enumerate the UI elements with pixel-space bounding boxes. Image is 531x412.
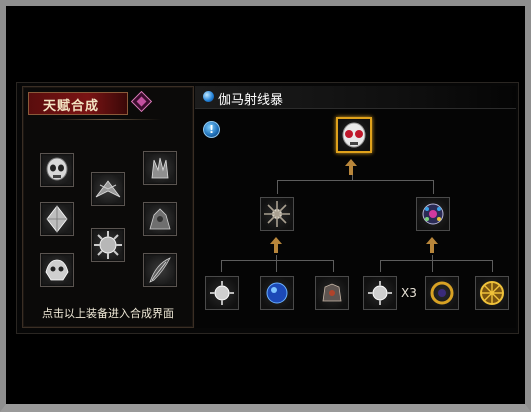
panel-title: 天赋合成	[43, 99, 100, 114]
tree-connector	[380, 260, 492, 261]
crystal-shard-icon	[46, 205, 68, 233]
tree-connector	[433, 180, 434, 194]
material-item-6[interactable]	[475, 276, 509, 310]
blue-orb-icon	[203, 91, 214, 102]
item-name: 伽马射线暴	[218, 93, 284, 108]
equipment-item-8[interactable]	[143, 253, 177, 287]
equipment-item-1[interactable]	[40, 153, 74, 187]
material-item-2[interactable]	[260, 276, 294, 310]
material-item-1[interactable]	[205, 276, 239, 310]
equipment-item-5[interactable]	[91, 228, 125, 262]
recipe-panel: 伽马射线暴 ! X3	[195, 86, 516, 328]
material-item-3[interactable]	[315, 276, 349, 310]
golden-wheel-icon	[480, 281, 504, 305]
gem-icon	[130, 90, 153, 113]
starburst-core-icon	[264, 201, 290, 227]
equipment-item-3[interactable]	[143, 151, 177, 185]
beast-skull-icon	[45, 259, 69, 281]
tree-connector	[276, 255, 277, 272]
material-item-5[interactable]	[425, 276, 459, 310]
tree-connector	[333, 260, 334, 272]
tree-connector	[380, 260, 381, 272]
tree-connector	[221, 260, 333, 261]
equipment-item-6[interactable]	[143, 202, 177, 236]
tree-connector	[277, 180, 278, 194]
equipment-item-4[interactable]	[40, 202, 74, 236]
tree-connector	[432, 255, 433, 272]
armored-beast-icon	[149, 208, 171, 230]
blue-orb-icon	[266, 282, 288, 304]
dark-feather-icon	[149, 257, 171, 283]
panel-caption: 点击以上装备进入合成界面	[42, 307, 174, 320]
tree-connector	[221, 260, 222, 272]
intermediate-item-2[interactable]	[416, 197, 450, 231]
up-arrow-icon	[270, 237, 282, 253]
equipment-item-7[interactable]	[40, 253, 74, 287]
jeweled-amulet-icon	[422, 203, 444, 225]
claw-gauntlet-icon	[151, 157, 169, 179]
divider	[51, 119, 161, 120]
panel-title-bar: 天赋合成	[28, 92, 128, 115]
up-arrow-icon	[345, 159, 357, 175]
skull-helmet-icon	[46, 157, 68, 181]
recipe-header: 伽马射线暴	[195, 86, 516, 109]
quantity-label: X3	[401, 286, 417, 300]
target-item[interactable]	[336, 117, 372, 153]
info-button[interactable]: !	[203, 121, 220, 138]
spiked-orb-icon	[94, 231, 122, 259]
spiked-sphere-icon	[210, 281, 234, 305]
winged-blade-icon	[95, 180, 121, 198]
red-eye-skull-icon	[342, 122, 366, 148]
golden-ring-icon	[430, 281, 454, 305]
armored-fist-icon	[322, 283, 342, 302]
up-arrow-icon	[426, 237, 438, 253]
spiked-sphere-icon	[368, 281, 392, 305]
intermediate-item-1[interactable]	[260, 197, 294, 231]
equipment-item-2[interactable]	[91, 172, 125, 206]
tree-connector	[352, 175, 353, 180]
material-item-4[interactable]	[363, 276, 397, 310]
tree-connector	[277, 180, 433, 181]
talent-synthesis-panel: 天赋合成 点击以上装备进入合成界面	[22, 86, 194, 328]
tree-connector	[492, 260, 493, 272]
